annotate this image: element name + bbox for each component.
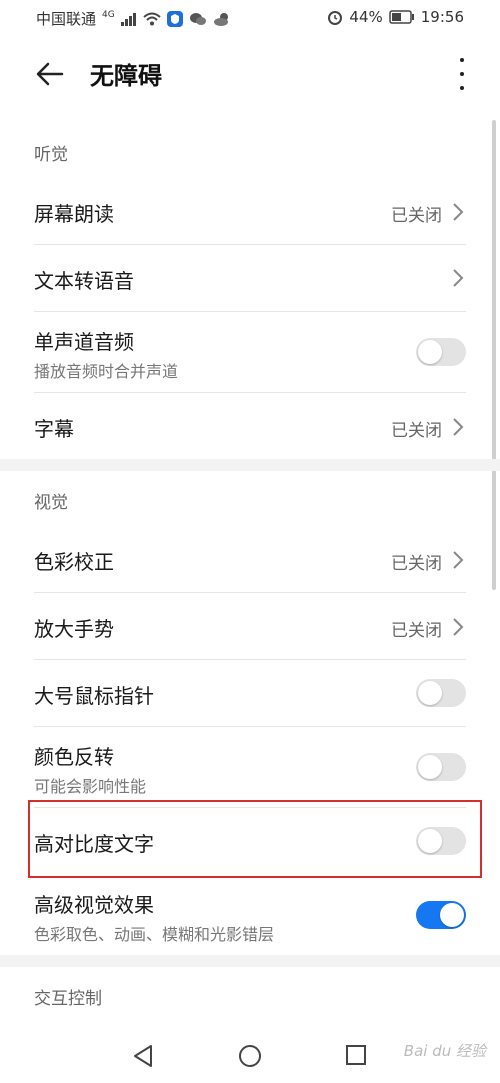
watermark: Bai du 经验 (403, 1042, 486, 1060)
chevron-right-icon (453, 618, 464, 636)
back-arrow-icon[interactable] (34, 58, 66, 90)
weather-icon (213, 12, 228, 26)
app-bar: 无障碍 (0, 36, 500, 112)
carrier-label: 中国联通 (36, 10, 97, 28)
setting-title: 颜色反转 (34, 745, 114, 769)
advanced-visual-effects-toggle[interactable] (416, 901, 466, 929)
setting-value: 已关闭 (391, 554, 442, 574)
setting-value: 已关闭 (391, 621, 442, 641)
color-inversion-toggle[interactable] (416, 753, 466, 781)
nav-home-icon[interactable] (238, 1044, 262, 1068)
battery-percent: 44% (349, 8, 383, 26)
signal-icon (120, 12, 136, 26)
setting-title: 放大手势 (34, 617, 114, 641)
setting-title: 单声道音频 (34, 330, 134, 354)
section-label-interaction: 交互控制 (34, 989, 102, 1009)
alarm-icon (328, 11, 343, 25)
setting-captions[interactable]: 字幕 已关闭 (34, 393, 466, 459)
setting-title: 大号鼠标指针 (34, 684, 154, 708)
chevron-right-icon (453, 269, 464, 287)
large-pointer-toggle[interactable] (416, 679, 466, 707)
battery-icon (389, 10, 414, 24)
network-label: 4G (102, 9, 115, 20)
setting-subtitle: 可能会影响性能 (34, 777, 147, 796)
mono-audio-toggle[interactable] (416, 338, 466, 366)
page-title: 无障碍 (90, 62, 162, 90)
section-label-hearing: 听觉 (34, 145, 68, 165)
setting-screen-reader[interactable]: 屏幕朗读 已关闭 (34, 178, 466, 244)
setting-title: 高级视觉效果 (34, 893, 154, 917)
scrollbar[interactable] (492, 120, 496, 590)
section-gap (0, 955, 500, 967)
section-label-vision: 视觉 (34, 493, 68, 513)
shield-app-icon (166, 10, 183, 27)
wechat-icon (189, 12, 206, 25)
chevron-right-icon (453, 203, 464, 221)
setting-subtitle: 播放音频时合并声道 (34, 362, 179, 381)
setting-subtitle: 色彩取色、动画、模糊和光影错层 (34, 925, 275, 944)
section-gap (0, 459, 500, 471)
chevron-right-icon (453, 418, 464, 436)
more-options-icon[interactable] (454, 58, 470, 90)
setting-color-inversion[interactable]: 颜色反转 可能会影响性能 (34, 727, 466, 807)
chevron-right-icon (453, 551, 464, 569)
setting-text-to-speech[interactable]: 文本转语音 (34, 245, 466, 311)
setting-mono-audio[interactable]: 单声道音频 播放音频时合并声道 (34, 312, 466, 392)
setting-large-pointer[interactable]: 大号鼠标指针 (34, 660, 466, 726)
setting-title: 文本转语音 (34, 269, 134, 293)
setting-magnification-gesture[interactable]: 放大手势 已关闭 (34, 593, 466, 659)
setting-advanced-visual-effects[interactable]: 高级视觉效果 色彩取色、动画、模糊和光影错层 (34, 875, 466, 955)
setting-color-correction[interactable]: 色彩校正 已关闭 (34, 526, 466, 592)
clock: 19:56 (420, 8, 464, 26)
nav-recents-icon[interactable] (345, 1044, 367, 1066)
highlight-box (28, 800, 482, 878)
setting-title: 字幕 (34, 417, 74, 441)
status-bar: 中国联通 4G 44% 19:56 (0, 0, 500, 36)
setting-title: 色彩校正 (34, 550, 114, 574)
nav-back-icon[interactable] (132, 1044, 154, 1068)
setting-value: 已关闭 (391, 421, 442, 441)
setting-title: 屏幕朗读 (34, 202, 114, 226)
setting-value: 已关闭 (391, 206, 442, 226)
wifi-icon (143, 12, 161, 25)
